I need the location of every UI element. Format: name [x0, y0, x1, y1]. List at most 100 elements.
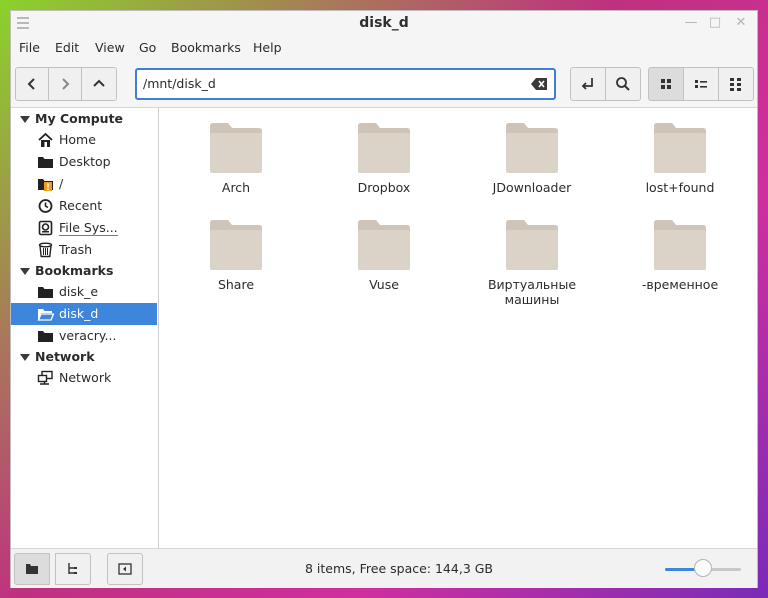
maximize-icon[interactable]: □ — [707, 15, 723, 31]
file-item[interactable]: Share — [181, 219, 291, 292]
file-name: Share — [217, 277, 255, 292]
root-folder-warning-icon — [38, 179, 53, 191]
sidebar-item-filesystem[interactable]: File Sys... — [11, 217, 157, 239]
sidebar-section-bookmarks[interactable]: Bookmarks — [11, 260, 157, 282]
folder-icon — [38, 157, 53, 168]
sidebar-item-label: Recent — [59, 198, 103, 213]
folder-icon — [26, 564, 38, 574]
show-tree-button[interactable] — [55, 553, 91, 585]
folder-icon — [210, 123, 262, 173]
sidebar-heading: My Compute — [35, 111, 124, 126]
file-item[interactable]: -временное — [625, 219, 735, 292]
file-name: Arch — [221, 180, 251, 195]
toolbar — [11, 67, 757, 107]
detailed-list-icon — [730, 78, 741, 91]
expander-icon — [20, 268, 30, 275]
zoom-slider-handle[interactable] — [694, 559, 712, 577]
clock-icon — [38, 199, 53, 213]
folder-icon — [38, 287, 53, 298]
sidebar-item-disk-e[interactable]: disk_e — [11, 281, 157, 303]
home-icon — [38, 132, 53, 147]
chevron-right-icon — [62, 78, 70, 90]
minimize-icon[interactable]: — — [683, 15, 699, 31]
folder-icon — [210, 220, 262, 270]
menu-go[interactable]: Go — [139, 40, 156, 55]
list-view-button[interactable] — [718, 67, 754, 101]
menu-bookmarks[interactable]: Bookmarks — [171, 40, 241, 55]
file-item[interactable]: Vuse — [329, 219, 439, 292]
icon-view-button[interactable] — [648, 67, 684, 101]
folder-open-icon — [37, 309, 54, 321]
sidebar-section-network[interactable]: Network — [11, 346, 157, 368]
folder-icon — [654, 123, 706, 173]
places-sidebar: My Compute Home Desktop / Recent File Sy… — [11, 107, 159, 549]
open-location-button[interactable] — [570, 67, 606, 101]
file-name: lost+found — [645, 180, 715, 195]
folder-icon — [38, 331, 53, 342]
menu-help[interactable]: Help — [253, 40, 282, 55]
path-input[interactable] — [143, 76, 513, 91]
file-name: Dropbox — [357, 180, 411, 195]
menu-view[interactable]: View — [95, 40, 125, 55]
sidebar-toggle-icon — [118, 563, 132, 575]
trash-icon — [38, 242, 53, 258]
sidebar-item-recent[interactable]: Recent — [11, 195, 157, 217]
sidebar-item-label: / — [59, 176, 64, 191]
file-name: JDownloader — [492, 180, 572, 195]
file-item[interactable]: Виртуальные машины — [477, 219, 587, 307]
sidebar-item-home[interactable]: Home — [11, 129, 157, 151]
sidebar-item-network[interactable]: Network — [11, 367, 157, 389]
drive-icon — [38, 220, 53, 236]
title-bar: disk_d — □ ✕ — [11, 11, 757, 37]
search-icon — [616, 77, 630, 91]
sidebar-item-disk-d[interactable]: disk_d — [11, 303, 157, 325]
sidebar-item-label: File Sys... — [59, 220, 118, 236]
toggle-sidebar-button[interactable] — [107, 553, 143, 585]
chevron-up-icon — [93, 79, 105, 87]
up-button[interactable] — [81, 67, 117, 101]
location-bar[interactable] — [135, 68, 556, 100]
sidebar-heading: Bookmarks — [35, 263, 114, 278]
sidebar-item-root[interactable]: / — [11, 173, 157, 195]
back-button[interactable] — [15, 67, 49, 101]
expander-icon — [20, 116, 30, 123]
sidebar-item-trash[interactable]: Trash — [11, 239, 157, 261]
sidebar-section-my-computer[interactable]: My Compute — [11, 108, 157, 130]
file-item[interactable]: Dropbox — [329, 122, 439, 195]
sidebar-heading: Network — [35, 349, 95, 364]
close-icon[interactable]: ✕ — [733, 15, 749, 31]
tree-view-icon — [68, 563, 77, 574]
menu-file[interactable]: File — [19, 40, 40, 55]
zoom-slider[interactable] — [665, 559, 741, 577]
expander-icon — [20, 354, 30, 361]
folder-icon — [358, 123, 410, 173]
sidebar-item-label: Desktop — [59, 154, 111, 169]
folder-icon — [358, 220, 410, 270]
search-button[interactable] — [605, 67, 641, 101]
show-places-button[interactable] — [14, 553, 50, 585]
sidebar-item-label: disk_d — [59, 306, 99, 321]
file-name: -временное — [641, 277, 719, 292]
menu-edit[interactable]: Edit — [55, 40, 79, 55]
file-item[interactable]: Arch — [181, 122, 291, 195]
status-bar: 8 items, Free space: 144,3 GB — [11, 548, 757, 588]
network-icon — [37, 370, 53, 385]
file-name: Vuse — [369, 277, 399, 292]
file-item[interactable]: lost+found — [625, 122, 735, 195]
status-text: 8 items, Free space: 144,3 GB — [305, 561, 494, 576]
compact-list-icon — [695, 80, 707, 88]
folder-icon — [506, 220, 558, 270]
sidebar-item-label: veracry... — [59, 328, 117, 343]
sidebar-item-label: Home — [59, 132, 96, 147]
file-name: Виртуальные машины — [487, 277, 577, 307]
backspace-clear-icon[interactable] — [530, 77, 548, 91]
file-manager-window: disk_d — □ ✕ File Edit View Go Bookmarks… — [10, 10, 758, 588]
file-item[interactable]: JDownloader — [477, 122, 587, 195]
sidebar-item-veracrypt[interactable]: veracry... — [11, 325, 157, 347]
compact-view-button[interactable] — [683, 67, 719, 101]
forward-button[interactable] — [48, 67, 82, 101]
file-view: Arch Dropbox JDownloader lost+found Shar… — [159, 107, 757, 549]
window-title: disk_d — [359, 15, 409, 31]
sidebar-item-desktop[interactable]: Desktop — [11, 151, 157, 173]
sidebar-item-label: Trash — [59, 242, 93, 257]
